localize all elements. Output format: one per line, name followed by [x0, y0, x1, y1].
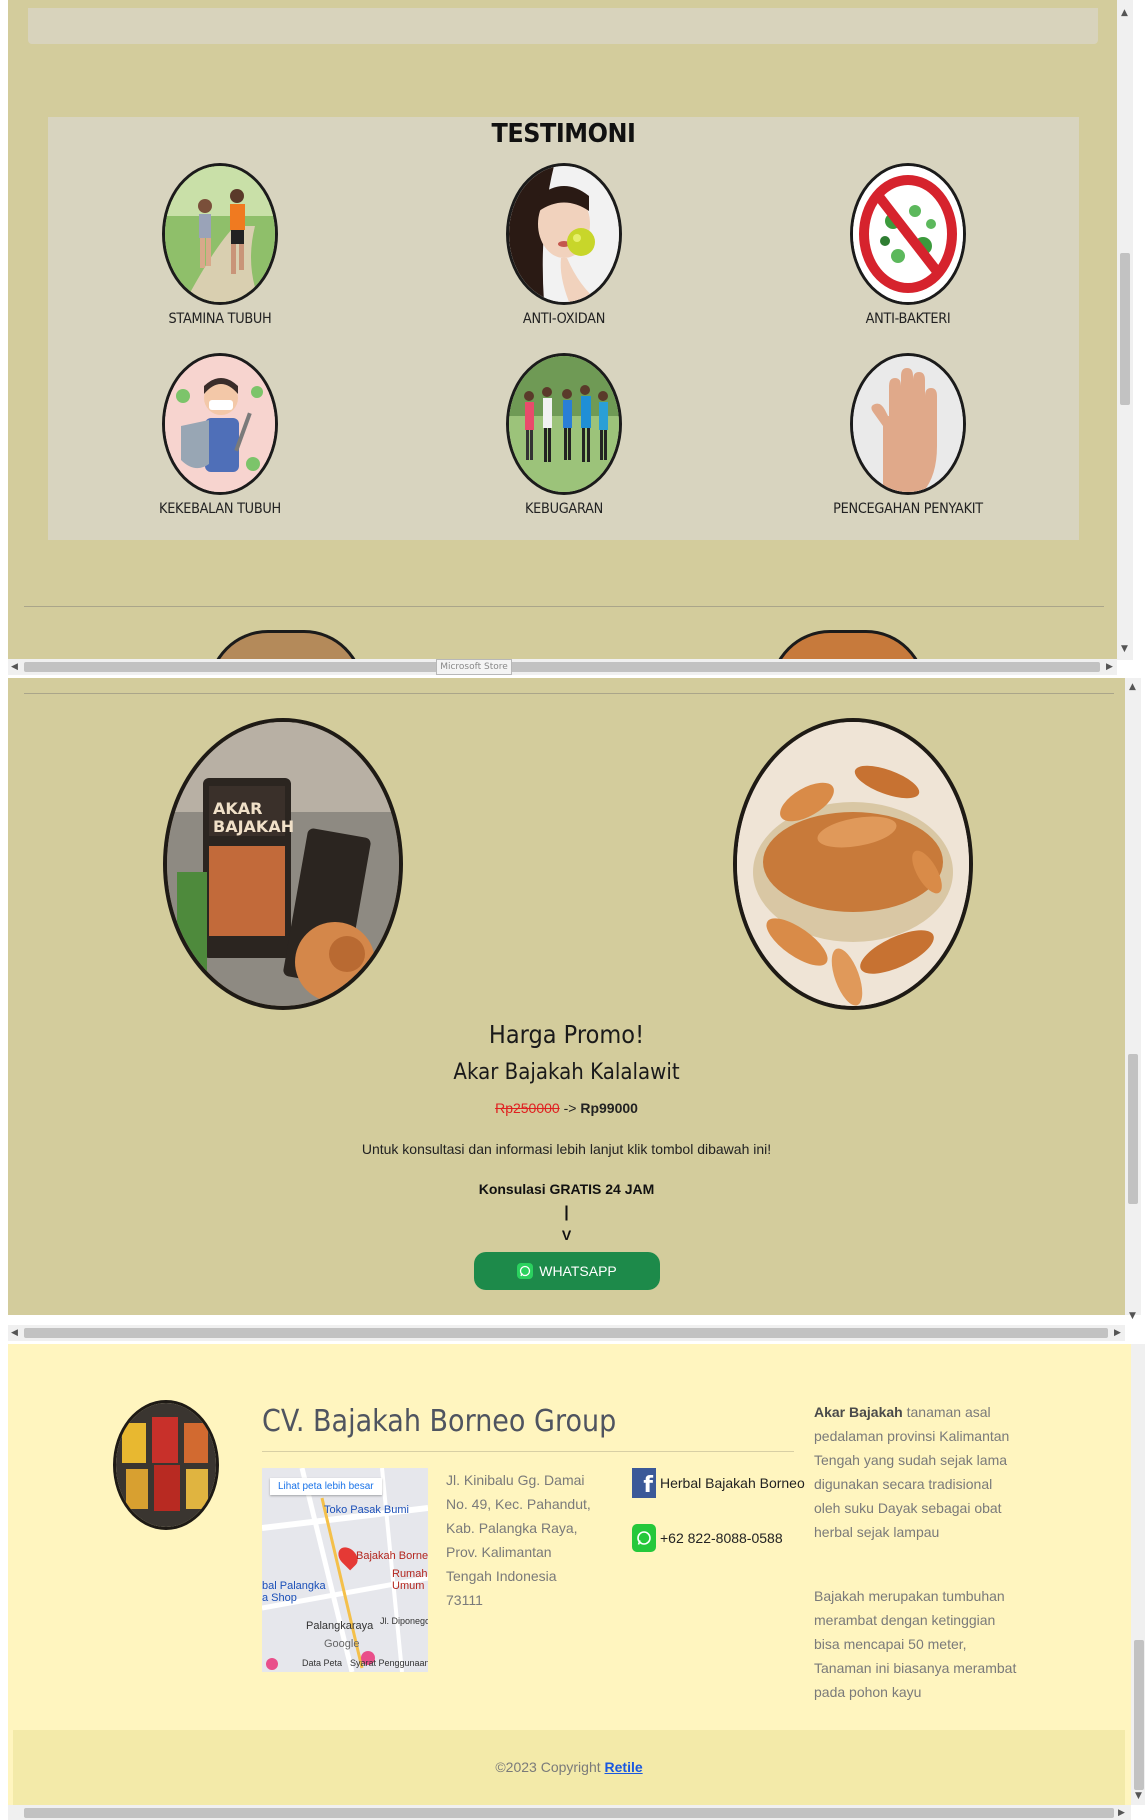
kekebalan-image: [162, 353, 278, 495]
consultation-free: Konsulasi GRATIS 24 JAM: [478, 1181, 655, 1197]
whatsapp-icon: [632, 1524, 656, 1552]
scrollbar-thumb[interactable]: [24, 662, 1100, 672]
product-name: Akar Bajakah Kalalawit: [453, 1060, 680, 1085]
promo-title: Harga Promo!: [488, 1020, 645, 1049]
phone-link[interactable]: +62 822-8088-0588: [632, 1524, 783, 1552]
map-label: Palangkaraya: [306, 1620, 374, 1632]
footer-section: CV. Bajakah Borneo Group Lihat peta lebi…: [8, 1344, 1131, 1805]
product-image-peek: [770, 630, 926, 660]
testimoni-label: ANTI-OXIDAN: [522, 311, 606, 327]
scrollbar-thumb[interactable]: [24, 1808, 1114, 1818]
copyright-text: ©2023 Copyright: [495, 1759, 605, 1775]
testimoni-card: TESTIMONI STAMINA TUBUH ANTI-OXIDAN ANTI…: [48, 117, 1079, 540]
arrow-v: V: [561, 1227, 572, 1243]
vertical-scrollbar[interactable]: ▲ ▼: [1125, 678, 1141, 1321]
scroll-up-icon[interactable]: ▲: [1121, 8, 1128, 18]
whatsapp-button[interactable]: WHATSAPP: [474, 1252, 660, 1290]
antioxidan-image: [506, 163, 622, 305]
vertical-scrollbar[interactable]: ▲ ▼: [1117, 0, 1133, 660]
title-divider: [262, 1451, 794, 1452]
product-chips-image: [733, 718, 973, 1010]
product-image-peek: [208, 630, 364, 660]
antibakteri-image: [850, 163, 966, 305]
whatsapp-button-label: WHATSAPP: [539, 1263, 617, 1279]
whatsapp-icon: [517, 1263, 534, 1279]
testimoni-label: KEBUGARAN: [524, 501, 604, 517]
arrow-pipe: |: [564, 1204, 569, 1221]
scroll-down-icon[interactable]: ▼: [1121, 644, 1128, 654]
price-line: Rp250000 -> Rp99000: [8, 1100, 1125, 1116]
tooltip: Microsoft Store: [436, 659, 512, 675]
horizontal-scrollbar[interactable]: ▶: [8, 1805, 1131, 1820]
scroll-left-icon[interactable]: ◀: [11, 662, 18, 672]
scroll-right-icon[interactable]: ▶: [1114, 1328, 1121, 1338]
kebugaran-image: [506, 353, 622, 495]
price-arrow: ->: [563, 1100, 577, 1116]
scroll-left-icon[interactable]: ◀: [11, 1328, 18, 1338]
company-address: Jl. Kinibalu Gg. Damai No. 49, Kec. Paha…: [446, 1472, 591, 1608]
scrollbar-thumb[interactable]: [1134, 1640, 1144, 1790]
map-label: bal Palangka: [262, 1580, 326, 1592]
map-label: Jl. Diponego: [380, 1616, 428, 1626]
vertical-scrollbar[interactable]: ▼: [1131, 1344, 1145, 1805]
testimoni-label: PENCEGAHAN PENYAKIT: [833, 501, 983, 517]
facebook-link[interactable]: f Herbal Bajakah Borneo: [632, 1468, 805, 1498]
map-label: Umum: [392, 1580, 425, 1592]
testimoni-item-pencegahan: PENCEGAHAN PENYAKIT: [778, 353, 1038, 517]
package-text: BAJAKAH: [213, 817, 294, 836]
scroll-right-icon[interactable]: ▶: [1118, 1808, 1125, 1818]
package-text: AKAR: [213, 799, 262, 818]
company-name: CV. Bajakah Borneo Group: [262, 1404, 617, 1439]
testimoni-item-kekebalan: KEKEBALAN TUBUH: [90, 353, 350, 517]
testimoni-section: TESTIMONI STAMINA TUBUH ANTI-OXIDAN ANTI…: [8, 0, 1117, 660]
section-divider: [24, 693, 1114, 694]
scrollbar-thumb[interactable]: [1120, 253, 1130, 405]
map-label: Data Peta: [302, 1658, 343, 1668]
testimoni-item-stamina: STAMINA TUBUH: [90, 163, 350, 327]
promo-section: AKAR BAJAKAH Harga Promo! Akar Bajakah K…: [8, 678, 1125, 1315]
price-new: Rp99000: [580, 1100, 638, 1116]
pencegahan-image: [850, 353, 966, 495]
product-package-image: AKAR BAJAKAH: [163, 718, 403, 1010]
testimoni-item-antioxidan: ANTI-OXIDAN: [434, 163, 694, 327]
map-larger-link[interactable]: Lihat peta lebih besar: [270, 1478, 382, 1495]
about-bold: Akar Bajakah: [814, 1404, 903, 1420]
map-label: Toko Pasak Bumi: [324, 1504, 409, 1516]
scroll-down-icon[interactable]: ▼: [1135, 1791, 1142, 1801]
scrollbar-thumb[interactable]: [1128, 1054, 1138, 1204]
map-label: Google: [324, 1638, 360, 1650]
scrollbar-thumb[interactable]: [24, 1328, 1108, 1338]
scroll-right-icon[interactable]: ▶: [1106, 662, 1113, 672]
testimoni-title: TESTIMONI: [491, 119, 636, 149]
map-label: a Shop: [262, 1592, 297, 1604]
section-divider: [24, 606, 1104, 607]
scroll-down-icon[interactable]: ▼: [1129, 1311, 1136, 1321]
testimoni-label: ANTI-BAKTERI: [865, 311, 951, 327]
page: TESTIMONI STAMINA TUBUH ANTI-OXIDAN ANTI…: [0, 0, 1145, 1820]
about-rest: tanaman asal pedalaman provinsi Kalimant…: [814, 1404, 1010, 1540]
testimoni-label: KEKEBALAN TUBUH: [159, 501, 281, 517]
price-old: Rp250000: [495, 1100, 560, 1116]
map-label: Rumah: [392, 1568, 428, 1580]
top-card: [28, 8, 1098, 44]
map-label: Syarat Penggunaan: [350, 1658, 428, 1668]
company-logo: [113, 1400, 219, 1530]
scroll-up-icon[interactable]: ▲: [1129, 682, 1136, 692]
testimoni-item-antibakteri: ANTI-BAKTERI: [778, 163, 1038, 327]
horizontal-scrollbar[interactable]: ◀ ▶: [8, 1325, 1125, 1341]
embedded-map[interactable]: Lihat peta lebih besar Toko Pasak Bumi B…: [262, 1468, 428, 1672]
facebook-label: Herbal Bajakah Borneo: [660, 1475, 805, 1491]
phone-number: +62 822-8088-0588: [660, 1530, 783, 1546]
testimoni-item-kebugaran: KEBUGARAN: [434, 353, 694, 517]
copyright-bar: ©2023 Copyright Retile: [13, 1730, 1125, 1805]
horizontal-scrollbar[interactable]: ◀ ▶: [8, 659, 1117, 675]
about-text-2: Bajakah merupakan tumbuhan merambat deng…: [814, 1588, 1017, 1700]
copyright-link[interactable]: Retile: [605, 1759, 643, 1775]
facebook-icon: f: [632, 1468, 656, 1498]
about-text: Akar Bajakah tanaman asal pedalaman prov…: [814, 1400, 1019, 1544]
map-label: Bajakah Borne: [356, 1550, 428, 1562]
testimoni-label: STAMINA TUBUH: [168, 311, 272, 327]
consultation-info: Untuk konsultasi dan informasi lebih lan…: [361, 1141, 772, 1157]
stamina-image: [162, 163, 278, 305]
